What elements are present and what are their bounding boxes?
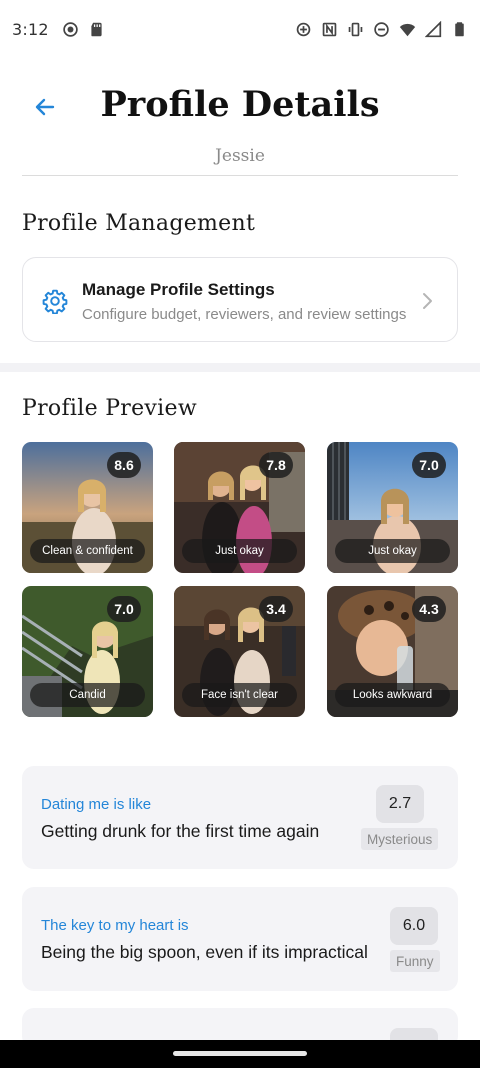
gear-icon (42, 289, 68, 314)
photo-caption: Clean & confident (30, 539, 145, 563)
section-title-management: Profile Management (22, 211, 256, 236)
cell-signal-icon (425, 20, 442, 38)
photo-score-badge: 7.0 (107, 596, 141, 622)
prompt-question: Dating me is like (41, 796, 152, 813)
profile-photo-4[interactable]: 7.0 Candid (22, 586, 153, 717)
manage-profile-settings-card[interactable]: Manage Profile Settings Configure budget… (22, 257, 458, 342)
prompt-answer: Getting drunk for the first time again (41, 821, 320, 841)
photo-caption: Face isn't clear (182, 683, 297, 707)
photo-score-badge: 7.0 (412, 452, 446, 478)
prompt-answer: Being the big spoon, even if its impract… (41, 942, 368, 962)
home-gesture-handle[interactable] (173, 1051, 307, 1056)
photo-caption: Looks awkward (335, 683, 450, 707)
photo-caption: Just okay (182, 539, 297, 563)
divider (22, 175, 458, 176)
vibrate-icon (347, 21, 364, 38)
section-title-preview: Profile Preview (22, 396, 197, 421)
screen-record-icon (62, 21, 79, 38)
sd-card-icon (88, 21, 105, 38)
system-nav-bar (0, 1040, 480, 1068)
wifi-icon (399, 21, 416, 38)
manage-settings-description: Configure budget, reviewers, and review … (82, 306, 407, 323)
profile-name: Jessie (215, 146, 265, 166)
status-left: 3:12 (12, 20, 105, 39)
page-title: Profile Details (100, 84, 380, 125)
profile-photo-1[interactable]: 8.6 Clean & confident (22, 442, 153, 573)
prompt-question: The key to my heart is (41, 917, 189, 934)
photo-score-badge: 4.3 (412, 596, 446, 622)
prompt-card-1[interactable]: Dating me is like Getting drunk for the … (22, 766, 458, 869)
prompt-score-badge: 2.7 (376, 785, 424, 823)
do-not-disturb-icon (373, 21, 390, 38)
status-bar: 3:12 (0, 0, 480, 58)
nfc-icon (321, 21, 338, 38)
photo-score-badge: 7.8 (259, 452, 293, 478)
photo-caption: Just okay (335, 539, 450, 563)
section-separator (0, 363, 480, 372)
prompt-tag: Mysterious (361, 828, 439, 850)
profile-photo-2[interactable]: 7.8 Just okay (174, 442, 305, 573)
prompt-card-2[interactable]: The key to my heart is Being the big spo… (22, 887, 458, 991)
photo-score-badge: 8.6 (107, 452, 141, 478)
prompt-score-badge: 6.0 (390, 907, 438, 945)
battery-icon (451, 21, 468, 38)
prompt-tag: Funny (390, 950, 440, 972)
chevron-right-icon (423, 293, 432, 309)
status-right (295, 20, 468, 38)
status-time: 3:12 (12, 19, 49, 39)
profile-photo-3[interactable]: 7.0 Just okay (327, 442, 458, 573)
profile-photo-5[interactable]: 3.4 Face isn't clear (174, 586, 305, 717)
photo-score-badge: 3.4 (259, 596, 293, 622)
manage-settings-title: Manage Profile Settings (82, 280, 275, 299)
photo-caption: Candid (30, 683, 145, 707)
header: Profile Details (0, 80, 480, 150)
profile-photo-6[interactable]: 4.3 Looks awkward (327, 586, 458, 717)
data-saver-icon (295, 21, 312, 38)
